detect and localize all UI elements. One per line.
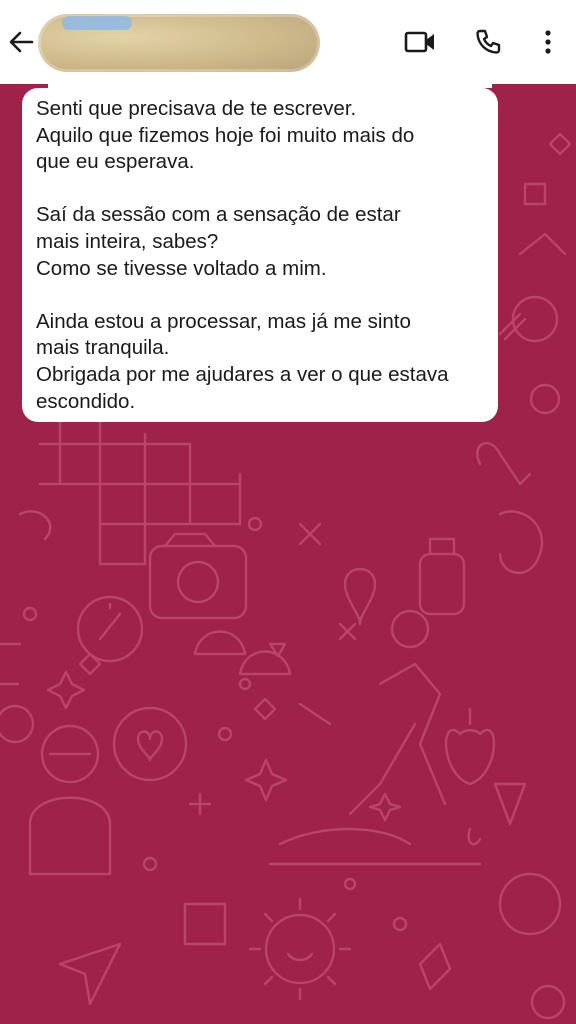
message-paragraph-2: Saí da sessão com a sensação de estar ma… bbox=[36, 202, 484, 282]
previous-message-edge bbox=[48, 84, 492, 88]
message-line: que eu esperava. bbox=[36, 150, 195, 174]
message-paragraph-3: Ainda estou a processar, mas já me sinto… bbox=[36, 309, 484, 415]
message-line: mais tranquila. bbox=[36, 336, 170, 360]
message-line: Obrigada por me ajudares a ver o que est… bbox=[36, 362, 449, 386]
arrow-left-icon bbox=[9, 31, 34, 53]
more-options-button[interactable] bbox=[528, 22, 568, 62]
message-line: Como se tivesse voltado a mim. bbox=[36, 256, 327, 280]
message-line: Ainda estou a processar, mas já me sinto bbox=[36, 309, 411, 333]
video-call-button[interactable] bbox=[400, 22, 440, 62]
back-button[interactable] bbox=[6, 26, 36, 58]
message-line: Aquilo que fizemos hoje foi muito mais d… bbox=[36, 123, 415, 147]
message-line: Senti que precisava de te escrever. bbox=[36, 97, 357, 120]
phone-icon bbox=[476, 29, 501, 54]
video-camera-icon bbox=[404, 31, 434, 53]
contact-name-redacted[interactable] bbox=[38, 14, 320, 72]
message-line: Saí da sessão com a sensação de estar bbox=[36, 203, 401, 227]
message-line: mais inteira, sabes? bbox=[36, 229, 219, 253]
message-paragraph-1: Senti que precisava de te escrever. Aqui… bbox=[36, 96, 484, 176]
more-vertical-icon bbox=[545, 30, 551, 54]
message-line: escondido. bbox=[36, 389, 136, 413]
message-bubble-incoming[interactable]: Senti que precisava de te escrever. Aqui… bbox=[22, 88, 498, 422]
chat-header bbox=[0, 0, 576, 84]
voice-call-button[interactable] bbox=[468, 22, 508, 62]
